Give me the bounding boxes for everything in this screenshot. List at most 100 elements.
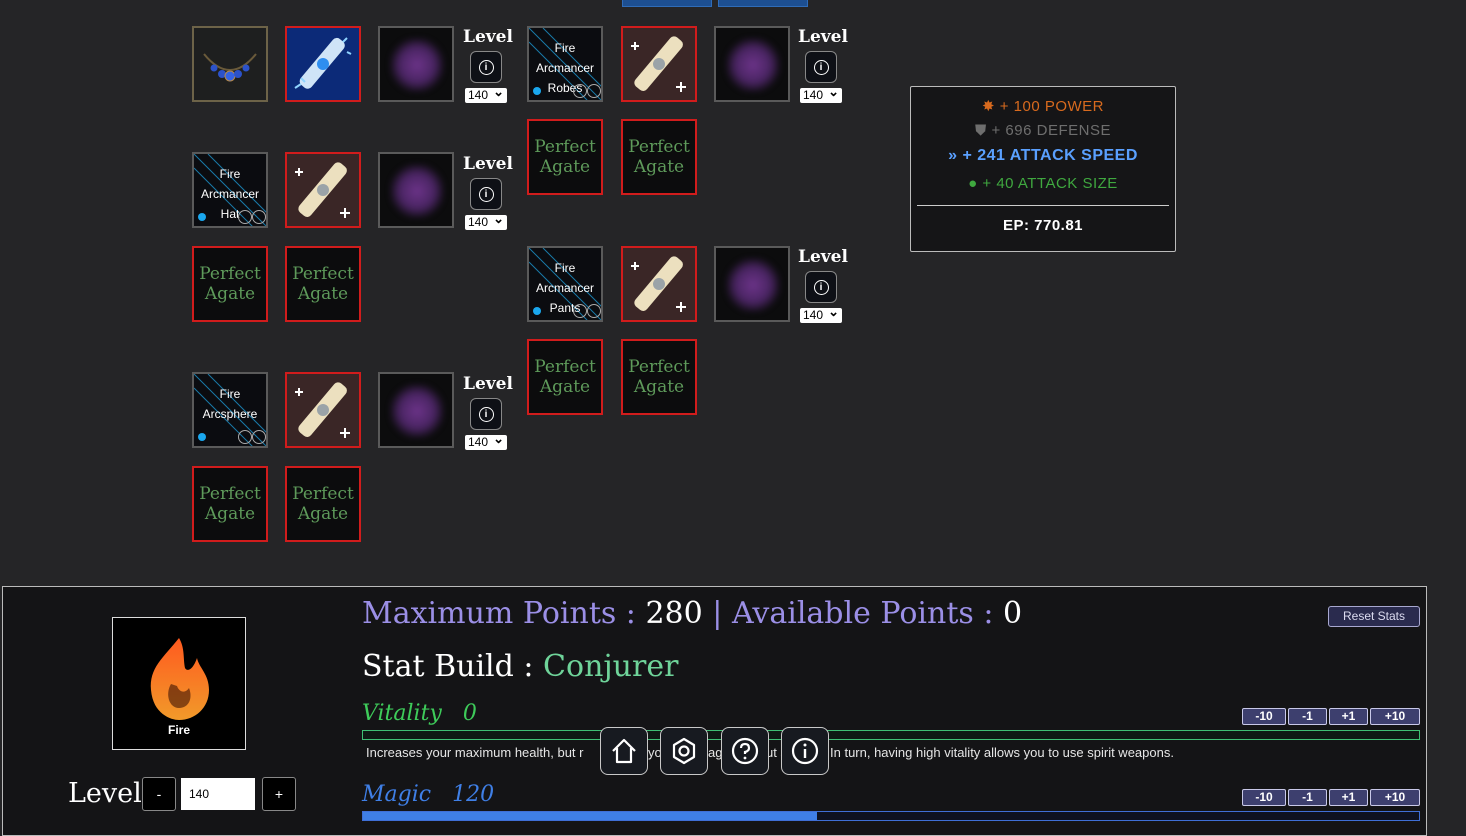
vitality-minus10-button[interactable]: -10 [1242, 708, 1286, 725]
info-button[interactable]: i [805, 271, 837, 303]
gem-slot[interactable]: Perfect Agate [621, 119, 697, 195]
magic-value: 120 [452, 782, 495, 807]
speed-icon: » [948, 147, 958, 164]
pants-level-control: Level i 140 [798, 247, 848, 323]
hat-name-line: Arcmancer [200, 187, 259, 201]
socket-icon [238, 430, 252, 444]
points-separator: | [712, 596, 723, 631]
info-button[interactable] [781, 727, 829, 775]
scroll-icon [623, 248, 695, 320]
vitality-bar [362, 730, 1420, 740]
level-label: Level [463, 154, 513, 174]
amulet-icon [203, 53, 257, 82]
hat-slot[interactable]: Fire Arcmancer Hat [192, 152, 268, 228]
gem-name-line: Perfect [628, 137, 690, 157]
home-button[interactable] [600, 727, 648, 775]
level-plus-button[interactable]: + [262, 777, 296, 811]
magic-minus10-button[interactable]: -10 [1242, 789, 1286, 806]
rune-slot[interactable] [714, 246, 790, 322]
socket-icon [573, 84, 587, 98]
top-tab-button[interactable] [622, 0, 712, 7]
info-icon: i [478, 406, 494, 422]
level-input[interactable]: 140 [181, 778, 255, 810]
gem-slot[interactable]: Perfect Agate [192, 466, 268, 542]
magic-plus1-button[interactable]: +1 [1329, 789, 1368, 806]
gem-slot[interactable]: Perfect Agate [527, 119, 603, 195]
rune-blur-icon [726, 38, 780, 92]
rarity-dot [533, 307, 541, 315]
info-button[interactable]: i [470, 178, 502, 210]
hat-name-line: Fire [219, 167, 241, 181]
top-tab-button[interactable] [718, 0, 808, 7]
info-button[interactable]: i [805, 51, 837, 83]
level-select[interactable]: 140 [800, 304, 842, 323]
rune-slot[interactable] [378, 372, 454, 448]
sphere-slot[interactable]: Fire Arcsphere [192, 372, 268, 448]
amulet-level-control: Level i 140 [463, 27, 513, 103]
gem-name-line: Perfect [199, 264, 261, 284]
enchant-scroll-slot[interactable] [285, 152, 361, 228]
vitality-plus1-button[interactable]: +1 [1329, 708, 1368, 725]
rune-slot[interactable] [378, 152, 454, 228]
settings-button[interactable] [660, 727, 708, 775]
rune-blur-icon [390, 164, 444, 218]
robes-level-control: Level i 140 [798, 27, 848, 103]
rune-blur-icon [726, 258, 780, 312]
vitality-minus1-button[interactable]: -1 [1288, 708, 1327, 725]
enchant-scroll-slot[interactable] [285, 372, 361, 448]
gem-slot[interactable]: Perfect Agate [285, 246, 361, 322]
info-button[interactable]: i [470, 398, 502, 430]
gem-name-line: Agate [204, 284, 256, 304]
scroll-icon [287, 154, 359, 226]
enchant-scroll-slot[interactable] [621, 26, 697, 102]
level-select[interactable]: 140 [465, 84, 507, 103]
socket-icon [573, 304, 587, 318]
rune-slot[interactable] [378, 26, 454, 102]
level-minus-button[interactable]: - [142, 777, 176, 811]
stat-build-value: Conjurer [543, 649, 679, 684]
gem-name-line: Agate [539, 157, 591, 177]
level-label: Level [798, 247, 848, 267]
level-select[interactable]: 140 [465, 211, 507, 230]
rarity-dot [533, 87, 541, 95]
info-button[interactable]: i [470, 51, 502, 83]
divider [917, 205, 1169, 206]
vitality-plus10-button[interactable]: +10 [1370, 708, 1420, 725]
enchant-scroll-slot[interactable] [621, 246, 697, 322]
magic-minus1-button[interactable]: -1 [1288, 789, 1327, 806]
pants-slot[interactable]: Fire Arcmancer Pants [527, 246, 603, 322]
stat-build-line: Stat Build : Conjurer [362, 649, 678, 684]
scroll-icon [287, 374, 359, 446]
info-icon [791, 737, 819, 765]
enchant-scroll-slot[interactable] [285, 26, 361, 102]
info-icon: i [478, 186, 494, 202]
level-label: Level [68, 778, 142, 809]
gem-slot[interactable]: Perfect Agate [192, 246, 268, 322]
level-label: Level [463, 374, 513, 394]
defense-value: + 696 DEFENSE [991, 122, 1111, 139]
defense-stat: ⛊ + 696 DEFENSE [911, 122, 1175, 139]
gem-name-line: Perfect [628, 357, 690, 377]
gem-name-line: Agate [297, 504, 349, 524]
socket-icon [587, 84, 601, 98]
rune-slot[interactable] [714, 26, 790, 102]
info-icon: i [813, 59, 829, 75]
reset-stats-button[interactable]: Reset Stats [1328, 606, 1420, 627]
level-select[interactable]: 140 [465, 431, 507, 450]
socket-icon [252, 210, 266, 224]
amulet-slot[interactable] [192, 26, 268, 102]
gem-slot[interactable]: Perfect Agate [527, 339, 603, 415]
element-name: Fire [167, 723, 190, 737]
vitality-description: Increases your maximum health, but r yo … [366, 745, 1174, 760]
robes-slot[interactable]: Fire Arcmancer Robes [527, 26, 603, 102]
shield-icon: ⛊ [975, 122, 987, 139]
gem-slot[interactable]: Perfect Agate [285, 466, 361, 542]
magic-plus10-button[interactable]: +10 [1370, 789, 1420, 806]
element-card[interactable]: Fire [112, 617, 246, 750]
info-icon: i [478, 59, 494, 75]
rune-blur-icon [390, 38, 444, 92]
gem-slot[interactable]: Perfect Agate [621, 339, 697, 415]
help-button[interactable] [721, 727, 769, 775]
socket-icon [252, 430, 266, 444]
level-select[interactable]: 140 [800, 84, 842, 103]
